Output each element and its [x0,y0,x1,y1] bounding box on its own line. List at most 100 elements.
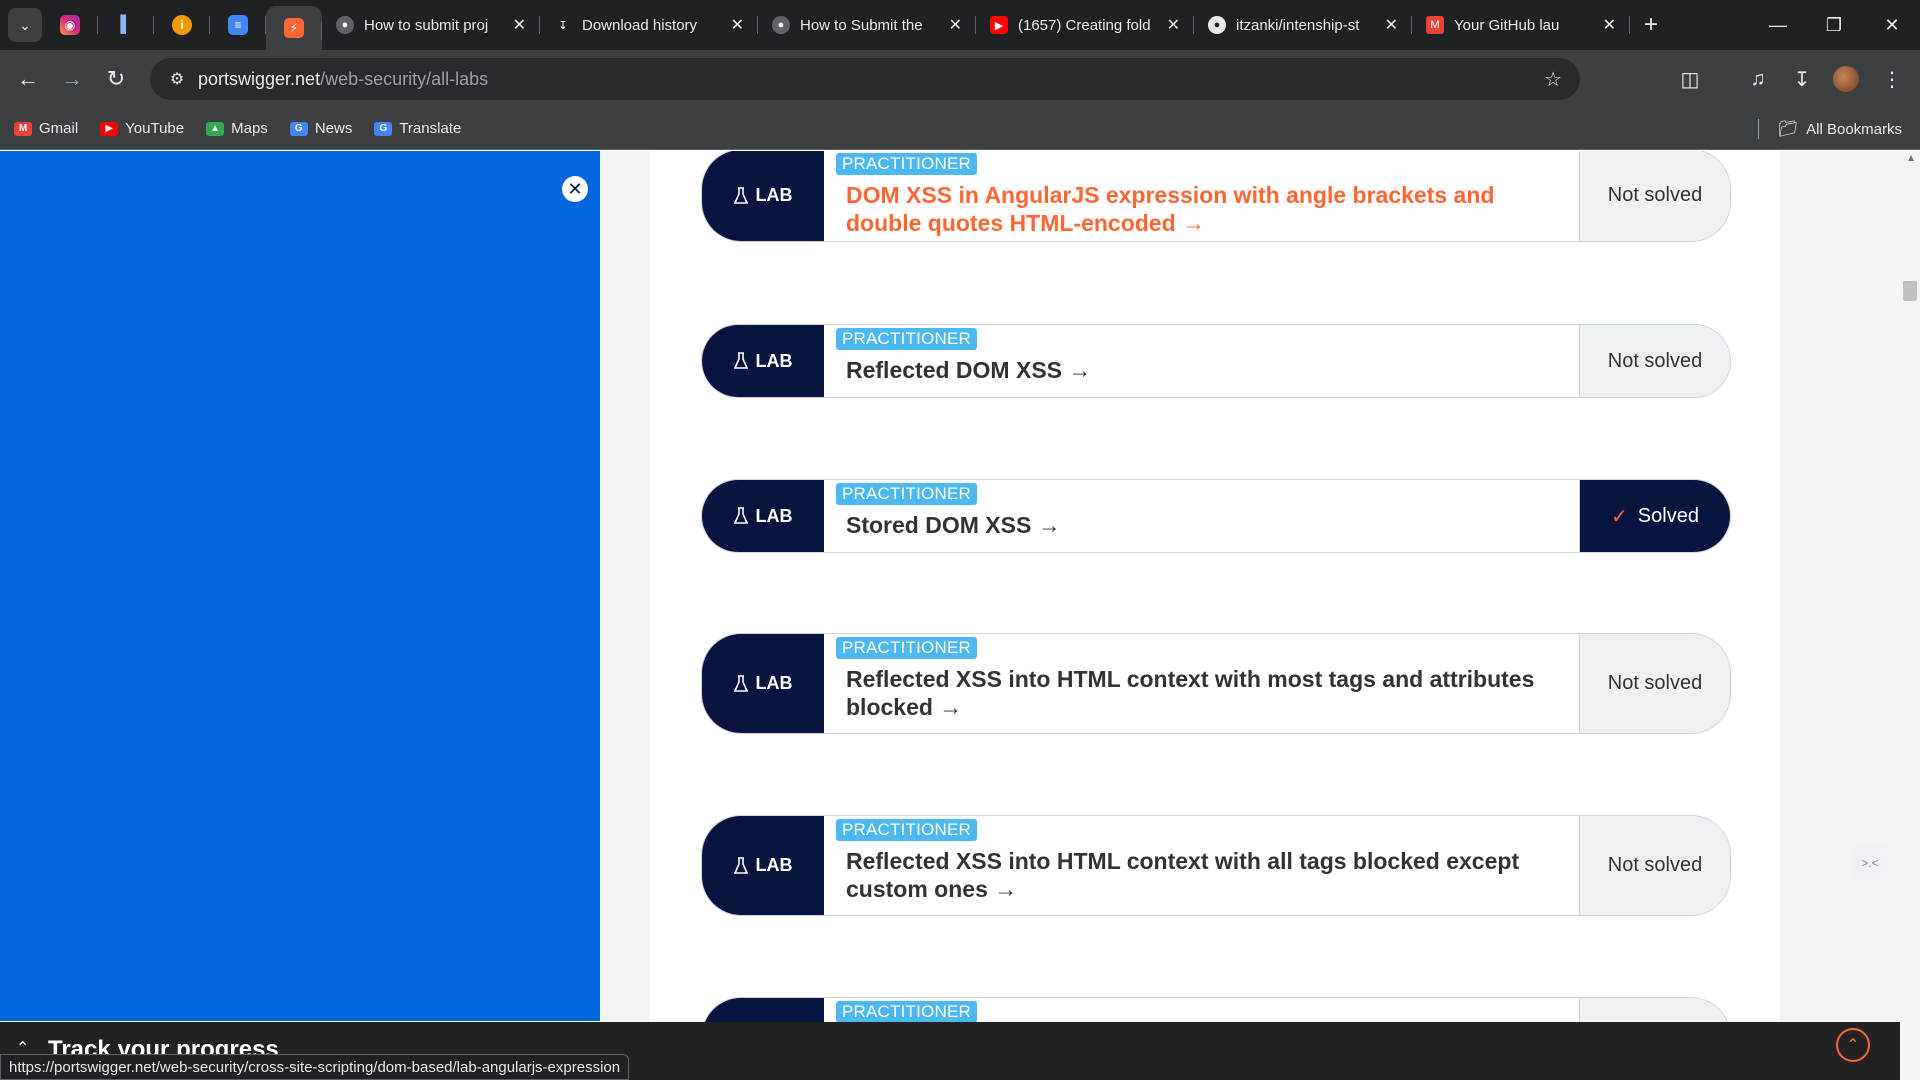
lab-badge-label: LAB [755,673,793,693]
lab-status: Not solved [1579,816,1730,915]
forward-arrow-icon[interactable]: → [50,57,94,101]
tab-1[interactable]: ↧ Download history ✕ [540,0,758,50]
feedback-widget-icon[interactable]: >.< [1852,845,1888,881]
download-icon: ↧ [558,19,568,32]
back-to-top-icon[interactable]: ⌃ [1836,1028,1870,1062]
scroll-up-arrow-icon[interactable]: ▲ [1906,153,1916,164]
tab-search-chevron-icon[interactable]: ⌄ [8,8,42,42]
reload-icon[interactable]: ↻ [94,57,138,101]
flask-icon [733,186,748,204]
pinned-tab-portswigger-active[interactable]: ⚡ [266,6,322,50]
url-text[interactable]: portswigger.net/web-security/all-labs [198,69,488,90]
site-info-icon[interactable]: ⚙ [156,69,198,89]
lab-card[interactable]: LAB PRACTITIONER Reflected XSS into HTML… [701,815,1731,916]
lab-title-link[interactable]: Reflected XSS into HTML context with all… [846,847,1567,903]
new-tab-icon[interactable]: + [1644,11,1658,39]
tab-2[interactable]: ● How to Submit the ✕ [758,0,976,50]
address-bar[interactable]: ⚙ portswigger.net/web-security/all-labs … [150,58,1580,100]
flask-icon [733,674,748,692]
lab-status: Not solved [1579,325,1730,397]
lab-card[interactable]: LAB PRACTITIONER Reflected DOM XSS → Not… [701,324,1731,398]
gmail-icon: M [1426,16,1444,34]
tab-0[interactable]: ● How to submit proj ✕ [322,0,540,50]
lab-main: PRACTITIONER Reflected XSS into HTML con… [824,634,1579,733]
all-bookmarks[interactable]: 📁︎ All Bookmarks [1757,108,1902,150]
bookmark-translate[interactable]: G Translate [374,120,461,137]
news-icon: G [289,121,308,136]
close-icon[interactable]: ✕ [1385,15,1398,35]
lab-main: PRACTITIONER Reflected XSS into HTML con… [824,816,1579,915]
lab-badge-label: LAB [755,185,793,205]
lab-badge-label: LAB [755,505,793,526]
tab-title: itzanki/intenship-st [1236,16,1360,34]
browser-toolbar: ← → ↻ ⚙ portswigger.net/web-security/all… [0,50,1920,108]
scroll-thumb[interactable] [1903,281,1917,301]
bookmarks-bar: M Gmail ▶ YouTube ▲ Maps G News G Transl… [0,108,1920,150]
lab-badge: LAB [702,151,824,241]
flask-icon [733,352,748,369]
docs-icon: ≡ [228,15,248,35]
pinned-tab-analytics[interactable]: ▌ [98,0,154,50]
close-icon[interactable]: ✕ [1603,15,1616,35]
tab-title: How to Submit the [800,16,923,34]
close-icon[interactable]: ✕ [1167,15,1180,35]
tab-3[interactable]: ▶ (1657) Creating fold ✕ [976,0,1194,50]
portswigger-icon: ⚡ [284,18,304,38]
pinned-tab-info[interactable]: i [154,0,210,50]
page-scrollbar[interactable]: ▲ [1900,151,1920,1080]
lab-status-solved: ✓ Solved [1579,480,1730,552]
tab-title: How to submit proj [364,16,489,34]
tab-4[interactable]: ● itzanki/intenship-st ✕ [1194,0,1412,50]
youtube-icon: ▶ [100,121,119,136]
lab-badge: LAB [702,325,824,397]
github-icon: ● [1208,16,1226,34]
avatar[interactable] [1824,58,1868,100]
close-icon[interactable]: ✕ [949,15,962,35]
all-bookmarks-label: All Bookmarks [1806,120,1902,138]
more-menu-icon[interactable]: ⋮ [1870,58,1914,100]
status-bar-url: https://portswigger.net/web-security/cro… [0,1054,630,1080]
lab-card[interactable]: LAB PRACTITIONER DOM XSS in AngularJS ex… [701,151,1731,242]
extensions-icon[interactable]: ◫ [1668,58,1712,100]
bookmark-news[interactable]: G News [289,120,353,137]
level-pill: PRACTITIONER [836,1001,977,1023]
level-pill: PRACTITIONER [836,328,977,350]
window-close-icon[interactable]: ✕ [1864,0,1920,50]
level-pill: PRACTITIONER [836,819,977,841]
level-pill: PRACTITIONER [836,637,977,659]
lab-status: Not solved [1579,151,1730,241]
lab-badge: LAB [702,634,824,733]
pinned-tab-docs[interactable]: ≡ [210,0,266,50]
lab-title-link[interactable]: Reflected XSS into HTML context with mos… [846,665,1567,721]
bookmark-star-icon[interactable]: ☆ [1544,67,1562,92]
tab-title: Download history [582,16,698,34]
back-arrow-icon[interactable]: ← [6,57,50,101]
lab-badge-label: LAB [755,855,793,875]
translate-icon: G [374,121,393,136]
bookmark-youtube[interactable]: ▶ YouTube [100,120,184,137]
lab-title-link[interactable]: Reflected DOM XSS → [846,356,1567,384]
bookmark-maps[interactable]: ▲ Maps [206,120,268,137]
close-icon[interactable]: ✕ [731,15,744,35]
close-icon[interactable]: ✕ [513,15,526,35]
side-panel: ✕ [0,151,600,1021]
lab-card[interactable]: LAB PRACTITIONER Stored DOM XSS → ✓ Solv… [701,479,1731,553]
lab-title-link[interactable]: Stored DOM XSS → [846,511,1567,539]
pinned-tab-instagram[interactable]: ◉ [42,0,98,50]
media-icon[interactable]: ♫ [1736,58,1780,100]
url-path: /web-security/all-labs [320,68,489,89]
lab-main: PRACTITIONER Stored DOM XSS → [824,480,1579,552]
lab-card[interactable]: LAB PRACTITIONER Reflected XSS into HTML… [701,633,1731,734]
panel-close-icon[interactable]: ✕ [562,176,588,202]
lab-badge: LAB [702,816,824,915]
bookmark-label: Maps [231,120,268,137]
lab-status-label: Solved [1637,504,1699,527]
lab-title-link[interactable]: DOM XSS in AngularJS expression with ang… [846,181,1567,237]
bookmark-label: Translate [399,120,462,137]
bookmark-gmail[interactable]: M Gmail [14,120,78,137]
tab-5[interactable]: M Your GitHub lau ✕ [1412,0,1630,50]
bookmark-label: News [314,120,353,137]
minimize-icon[interactable]: — [1750,0,1806,50]
restore-icon[interactable]: ❐ [1806,0,1862,50]
download-icon[interactable]: ↧ [1780,58,1824,100]
